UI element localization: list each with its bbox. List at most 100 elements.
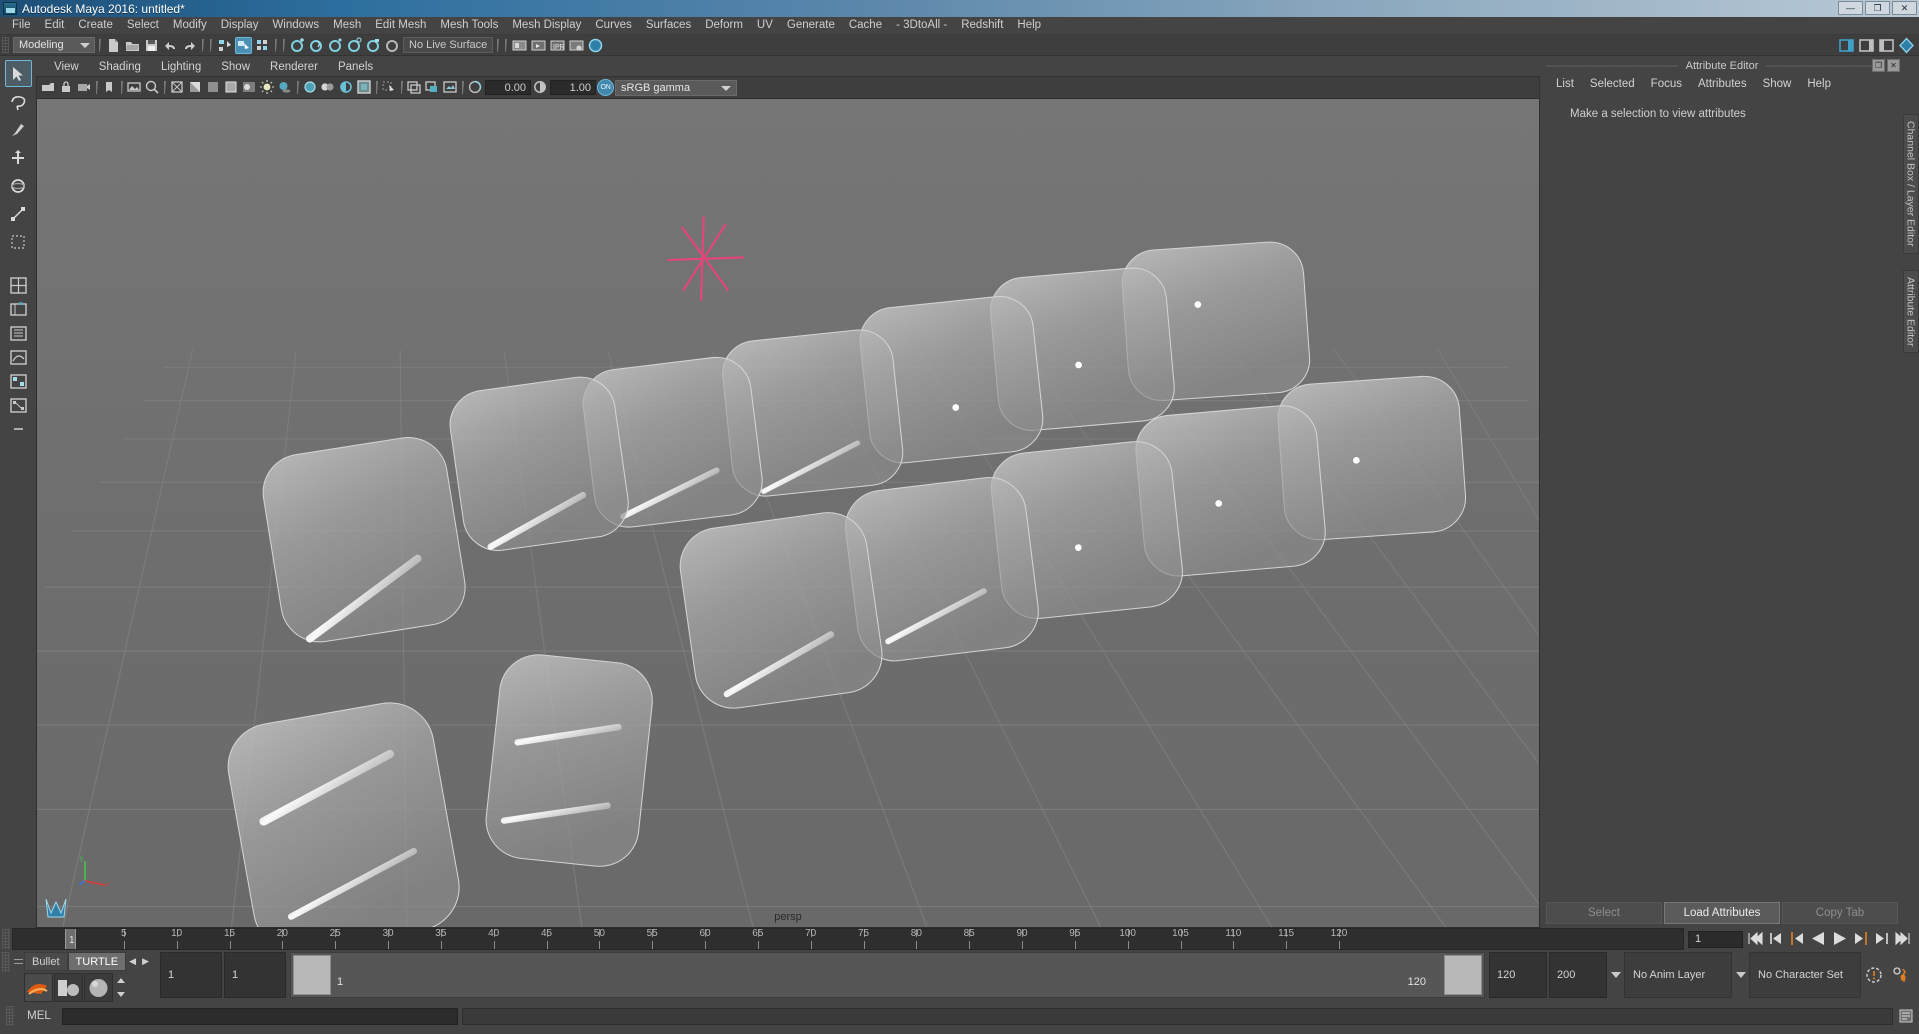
viewport-menu-view[interactable]: View	[44, 58, 89, 76]
new-scene-icon[interactable]	[105, 37, 122, 54]
menu-edit[interactable]: Edit	[38, 17, 72, 34]
maximize-button[interactable]: ❐	[1865, 1, 1890, 15]
ae-menu-list[interactable]: List	[1548, 74, 1582, 94]
range-row-grip[interactable]	[2, 952, 10, 972]
scale-tool[interactable]	[5, 200, 32, 227]
menu-surfaces[interactable]: Surfaces	[639, 17, 698, 34]
menu-modify[interactable]: Modify	[166, 17, 214, 34]
shelf-tab-turtle[interactable]: TURTLE	[67, 952, 127, 971]
current-frame-field[interactable]: 1	[1688, 930, 1743, 948]
texture-toggle-icon[interactable]	[241, 79, 258, 96]
menu-windows[interactable]: Windows	[265, 17, 326, 34]
ae-button-copy-tab[interactable]: Copy Tab	[1782, 902, 1898, 924]
shelf-spinner[interactable]	[114, 973, 127, 1002]
flat-shade-icon[interactable]	[205, 79, 222, 96]
viewport-menu-renderer[interactable]: Renderer	[260, 58, 328, 76]
anim-layer-field[interactable]: No Anim Layer	[1624, 952, 1732, 998]
persp-outliner-layout[interactable]	[7, 322, 30, 345]
menu-generate[interactable]: Generate	[780, 17, 842, 34]
range-options-arrow[interactable]	[1607, 952, 1624, 998]
menu-edit-mesh[interactable]: Edit Mesh	[368, 17, 433, 34]
menu-deform[interactable]: Deform	[698, 17, 750, 34]
redo-icon[interactable]	[181, 37, 198, 54]
render-current-frame-icon[interactable]	[530, 37, 547, 54]
shelf-tab-bullet[interactable]: Bullet	[24, 952, 68, 971]
menu-3dtoall[interactable]: - 3DtoAll -	[889, 17, 954, 34]
range-start-handle[interactable]	[293, 955, 331, 995]
depth-of-field-icon[interactable]	[356, 79, 373, 96]
playback-end-field[interactable]: 120	[1489, 952, 1547, 998]
two-d-pan-zoom-icon[interactable]	[144, 79, 161, 96]
image-plane-icon[interactable]	[126, 79, 143, 96]
anim-start-field[interactable]: 1	[160, 952, 222, 998]
menu-help[interactable]: Help	[1010, 17, 1048, 34]
step-back-frame-icon[interactable]	[1768, 931, 1785, 947]
open-scene-icon[interactable]	[124, 37, 141, 54]
tab-channel-box-layer-editor[interactable]: Channel Box / Layer Editor	[1902, 114, 1919, 254]
snap-to-grid-icon[interactable]	[289, 37, 306, 54]
rotate-tool[interactable]	[5, 172, 32, 199]
smooth-shade-all-icon[interactable]	[187, 79, 204, 96]
turtle-render-icon[interactable]	[24, 973, 53, 1002]
shadows-icon[interactable]	[277, 79, 294, 96]
ae-menu-focus[interactable]: Focus	[1643, 74, 1690, 94]
lasso-select-tool[interactable]	[5, 88, 32, 115]
menu-mesh[interactable]: Mesh	[326, 17, 368, 34]
script-editor-icon[interactable]	[1897, 1007, 1915, 1025]
snap-to-point-icon[interactable]	[327, 37, 344, 54]
turtle-sphere-icon[interactable]	[84, 973, 113, 1002]
range-end-handle[interactable]	[1444, 955, 1482, 995]
multisample-aa-icon[interactable]	[338, 79, 355, 96]
select-tool[interactable]	[4, 60, 32, 87]
menu-mesh-tools[interactable]: Mesh Tools	[433, 17, 505, 34]
gamma-icon[interactable]	[532, 79, 549, 96]
close-panel-button[interactable]: ✕	[1887, 59, 1900, 72]
lock-camera-icon[interactable]	[58, 79, 75, 96]
menu-uv[interactable]: UV	[750, 17, 780, 34]
animation-preferences-icon[interactable]	[1887, 952, 1913, 998]
single-perspective-layout[interactable]	[7, 274, 30, 297]
tool-settings-toggle-icon[interactable]	[1878, 37, 1895, 54]
move-tool[interactable]	[5, 144, 32, 171]
undock-panel-button[interactable]: ❐	[1872, 59, 1885, 72]
menu-mesh-display[interactable]: Mesh Display	[505, 17, 588, 34]
ae-menu-attributes[interactable]: Attributes	[1690, 74, 1755, 94]
wireframe-toggle-icon[interactable]	[169, 79, 186, 96]
select-camera-icon[interactable]	[40, 79, 57, 96]
auto-keyframe-icon[interactable]	[1861, 952, 1887, 998]
viewport-menu-lighting[interactable]: Lighting	[151, 58, 211, 76]
character-set-field[interactable]: No Character Set	[1749, 952, 1861, 998]
menu-file[interactable]: File	[5, 17, 38, 34]
undo-icon[interactable]	[162, 37, 179, 54]
ae-button-load-attributes[interactable]: Load Attributes	[1664, 902, 1780, 924]
viewport-3d[interactable]: persp y x	[36, 98, 1540, 928]
time-slider[interactable]: 1 5 10 15 20 25 30 35 40 45 50 55 60 65 70 75 80 85 90 95 1…	[12, 928, 1684, 950]
gamma-field[interactable]: 1.00	[550, 80, 596, 95]
menu-curves[interactable]: Curves	[588, 17, 638, 34]
snap-to-view-plane-icon[interactable]	[365, 37, 382, 54]
ae-menu-selected[interactable]: Selected	[1582, 74, 1643, 94]
range-slider-bar[interactable]: 1 120	[290, 952, 1485, 998]
range-start-field[interactable]: 1	[224, 952, 286, 998]
anim-layer-arrow[interactable]	[1732, 952, 1749, 998]
hypershade-persp-layout[interactable]	[7, 370, 30, 393]
shelf-next-arrow[interactable]: ▶	[139, 952, 152, 971]
step-forward-frame-icon[interactable]	[1873, 931, 1890, 947]
select-by-hierarchy-icon[interactable]	[216, 37, 233, 54]
viewport-menu-shading[interactable]: Shading	[89, 58, 151, 76]
motion-blur-icon[interactable]	[320, 79, 337, 96]
viewport-menu-show[interactable]: Show	[211, 58, 260, 76]
ae-menu-help[interactable]: Help	[1799, 74, 1839, 94]
persp-hypergraph-layout[interactable]	[7, 394, 30, 417]
command-input[interactable]	[62, 1007, 458, 1025]
time-slider-grip[interactable]	[2, 929, 10, 949]
bookmarks-icon[interactable]	[101, 79, 118, 96]
command-language-label[interactable]: MEL	[20, 1010, 58, 1022]
persp-graph-editor-layout[interactable]	[7, 346, 30, 369]
menu-select[interactable]: Select	[120, 17, 166, 34]
channel-box-toggle-icon[interactable]	[1898, 37, 1915, 54]
use-all-lights-icon[interactable]	[259, 79, 276, 96]
shelf-grip-icon[interactable]	[12, 953, 24, 971]
close-button[interactable]: ✕	[1892, 1, 1917, 15]
isolate-select-icon[interactable]	[381, 79, 398, 96]
